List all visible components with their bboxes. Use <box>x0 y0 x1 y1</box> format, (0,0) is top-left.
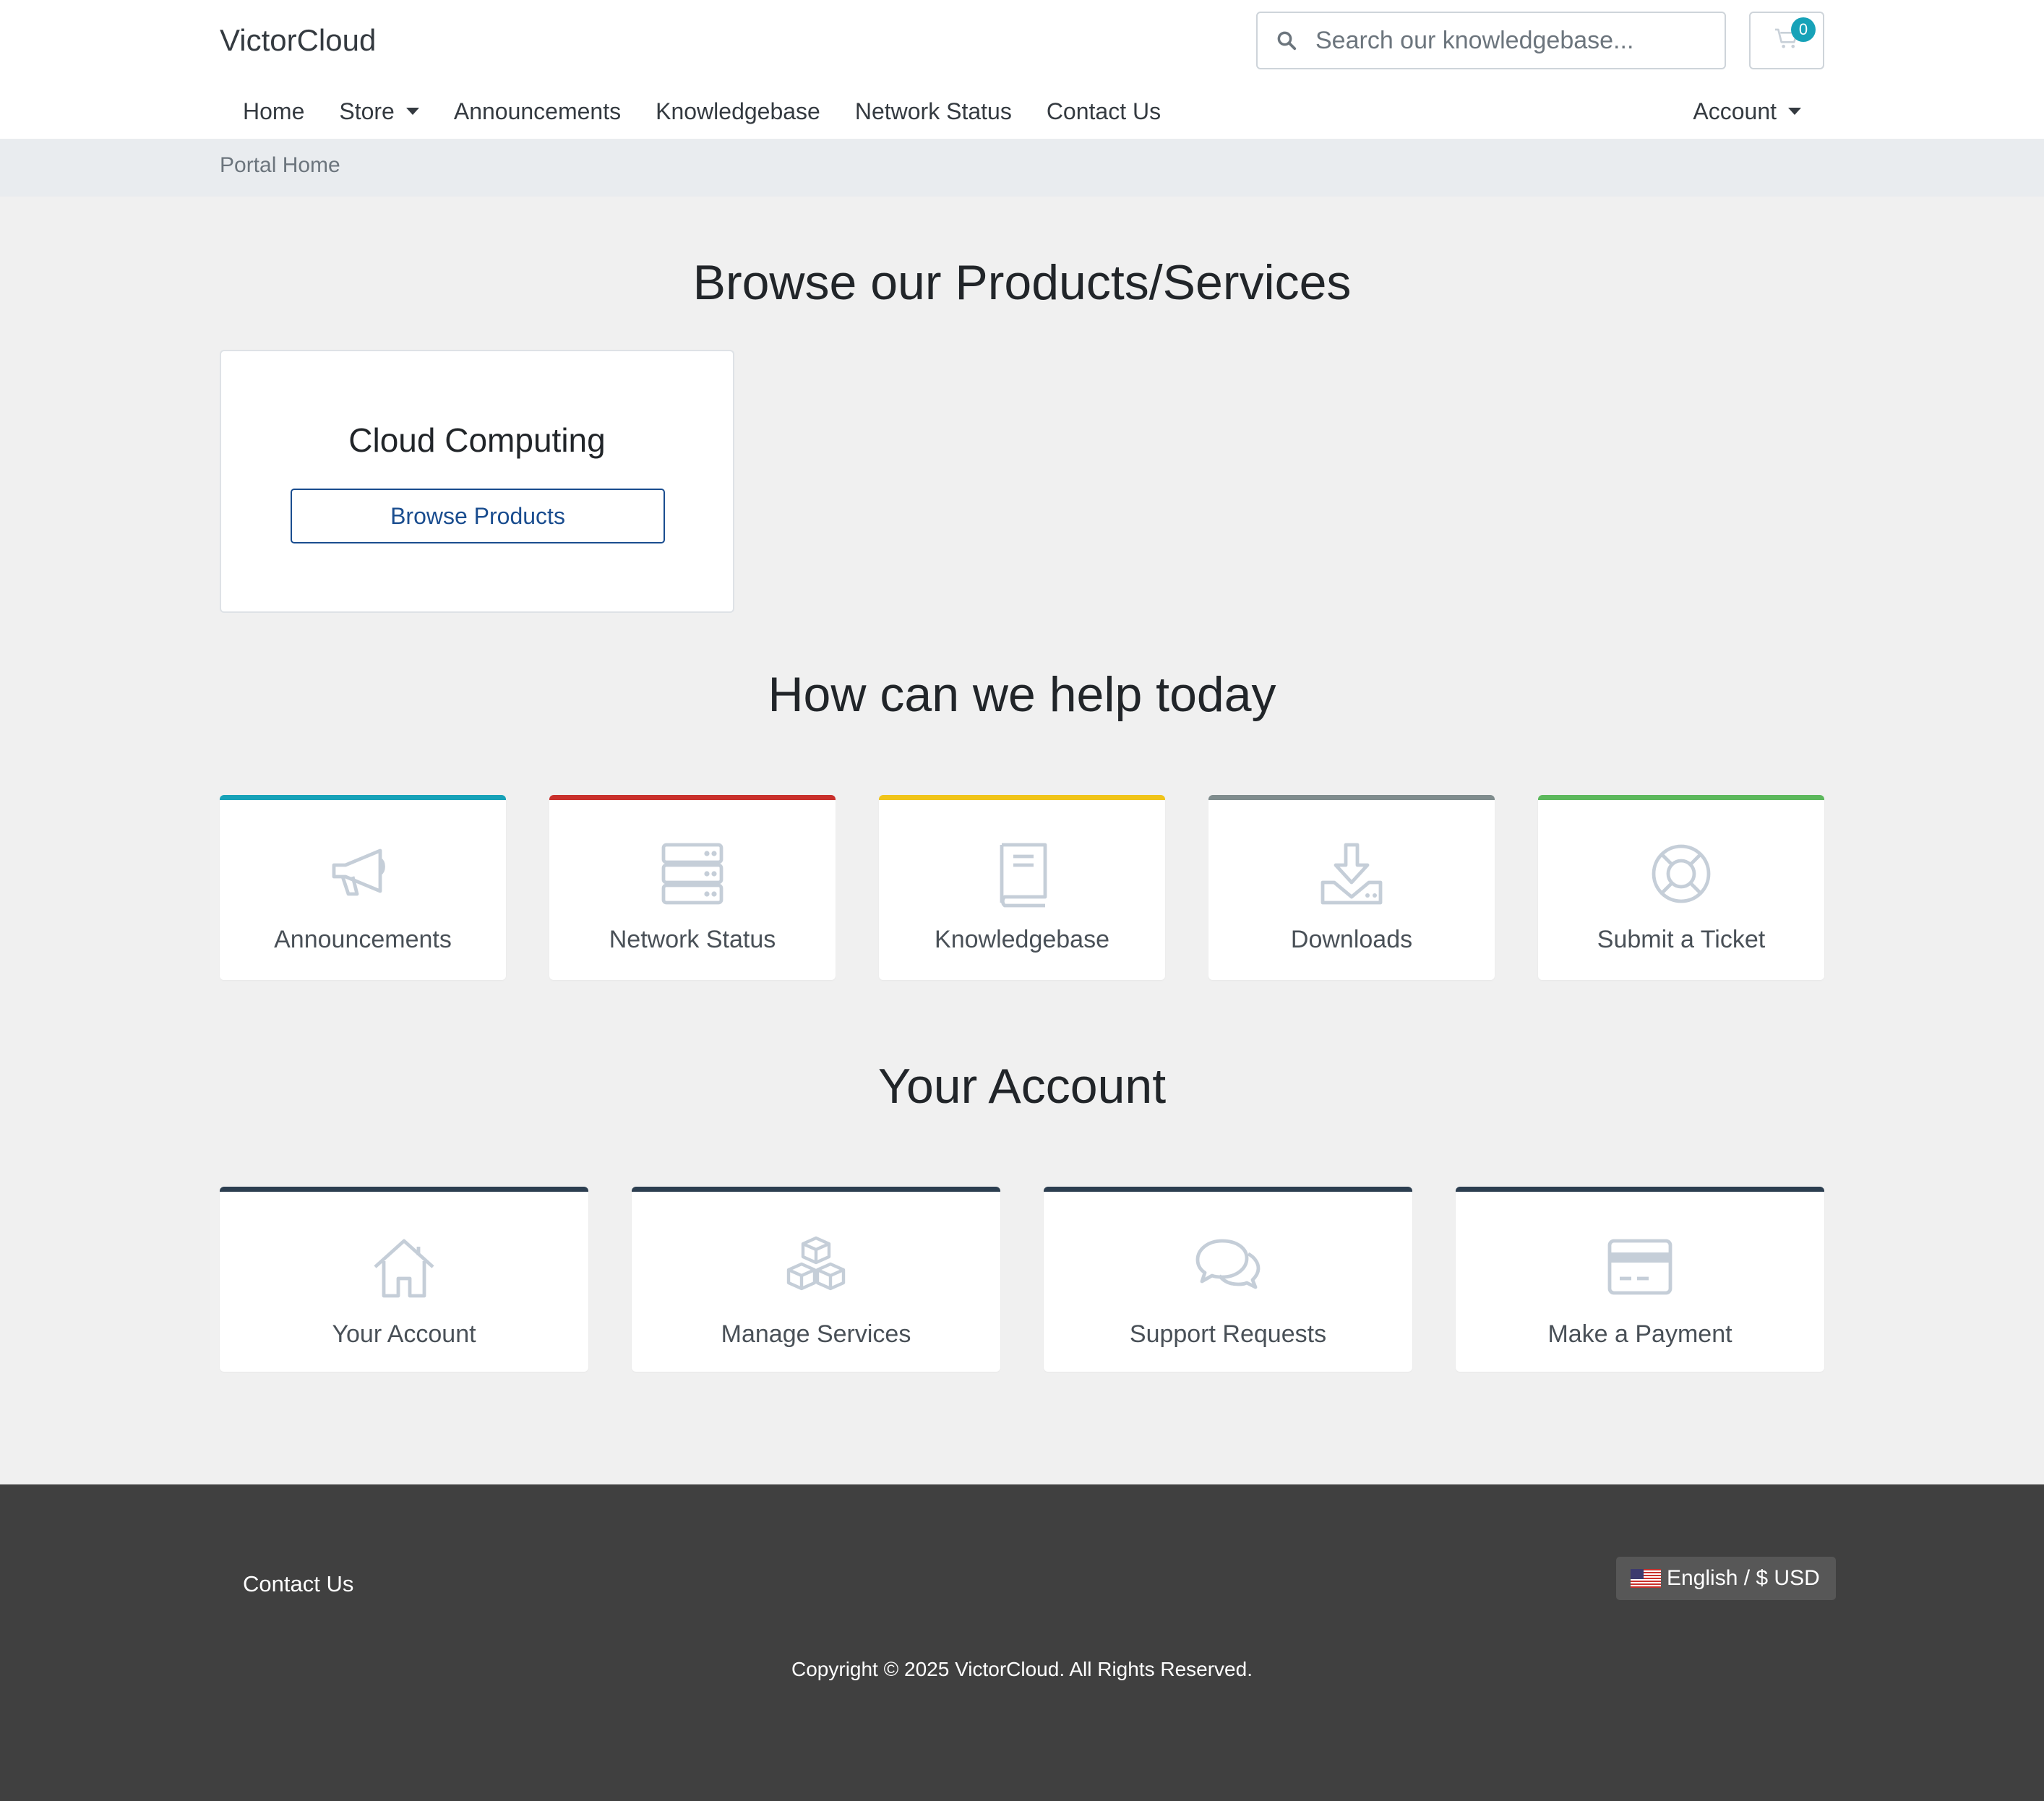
chevron-down-icon <box>405 108 419 115</box>
copyright-text: Copyright © 2025 VictorCloud. All Rights… <box>791 1658 1253 1680</box>
account-card-label: Support Requests <box>1129 1320 1327 1348</box>
account-card-label: Your Account <box>332 1320 476 1348</box>
nav-store[interactable]: Store <box>322 98 436 125</box>
search-icon <box>1258 30 1315 51</box>
search-input[interactable] <box>1315 26 1706 55</box>
products-heading: Browse our Products/Services <box>692 255 1352 310</box>
download-icon <box>1321 843 1383 905</box>
browse-products-button[interactable]: Browse Products <box>291 489 665 543</box>
nav-store-label: Store <box>339 98 395 124</box>
account-card-support-requests[interactable]: Support Requests <box>1044 1187 1412 1372</box>
nav-network-status[interactable]: Network Status <box>838 98 1029 125</box>
book-icon <box>1000 843 1047 908</box>
nav-home[interactable]: Home <box>220 98 322 125</box>
account-card-make-payment[interactable]: Make a Payment <box>1456 1187 1824 1372</box>
language-currency-label: English / $ USD <box>1667 1566 1820 1590</box>
help-card-label: Knowledgebase <box>935 926 1109 953</box>
server-icon <box>661 843 723 905</box>
help-card-announcements[interactable]: Announcements <box>220 795 506 980</box>
help-card-submit-ticket[interactable]: Submit a Ticket <box>1538 795 1824 980</box>
help-card-network-status[interactable]: Network Status <box>549 795 836 980</box>
chevron-down-icon <box>1788 108 1801 115</box>
brand-logo[interactable]: VictorCloud <box>220 20 376 61</box>
help-card-label: Network Status <box>609 926 776 953</box>
nav-announcements[interactable]: Announcements <box>437 98 638 125</box>
nav-knowledgebase[interactable]: Knowledgebase <box>638 98 838 125</box>
help-card-label: Announcements <box>274 926 452 953</box>
credit-card-icon <box>1607 1239 1672 1295</box>
account-card-label: Manage Services <box>721 1320 911 1348</box>
nav-account-label: Account <box>1693 98 1777 124</box>
help-card-label: Submit a Ticket <box>1597 926 1766 953</box>
main-nav: Home Store Announcements Knowledgebase N… <box>220 91 1178 132</box>
language-currency-button[interactable]: English / $ USD <box>1616 1557 1836 1600</box>
comments-icon <box>1195 1239 1261 1289</box>
account-card-label: Make a Payment <box>1547 1320 1732 1348</box>
help-card-label: Downloads <box>1290 926 1413 953</box>
megaphone-icon <box>332 848 385 896</box>
knowledgebase-search[interactable] <box>1256 12 1726 69</box>
nav-account[interactable]: Account <box>1693 91 1824 132</box>
site-header: VictorCloud 0 Home Store Announcements K… <box>0 0 2044 139</box>
help-heading: How can we help today <box>768 667 1276 722</box>
home-icon <box>374 1239 434 1298</box>
product-category-card: Cloud Computing Browse Products <box>220 350 734 613</box>
account-card-your-account[interactable]: Your Account <box>220 1187 588 1372</box>
cart-button[interactable]: 0 <box>1749 12 1824 69</box>
footer-contact-us[interactable]: Contact Us <box>243 1571 353 1597</box>
site-footer: Contact Us English / $ USD Copyright © 2… <box>0 1484 2044 1801</box>
nav-contact-us[interactable]: Contact Us <box>1029 98 1178 125</box>
us-flag-icon <box>1631 1569 1661 1588</box>
breadcrumb: Portal Home <box>0 139 2044 197</box>
help-card-knowledgebase[interactable]: Knowledgebase <box>879 795 1165 980</box>
account-card-manage-services[interactable]: Manage Services <box>632 1187 1000 1372</box>
cart-count-badge: 0 <box>1791 17 1816 42</box>
account-heading: Your Account <box>877 1059 1167 1114</box>
product-category-title: Cloud Computing <box>348 421 606 459</box>
breadcrumb-portal-home[interactable]: Portal Home <box>220 153 340 178</box>
help-card-downloads[interactable]: Downloads <box>1208 795 1495 980</box>
cubes-icon <box>786 1236 846 1291</box>
lifebuoy-icon <box>1652 844 1711 903</box>
